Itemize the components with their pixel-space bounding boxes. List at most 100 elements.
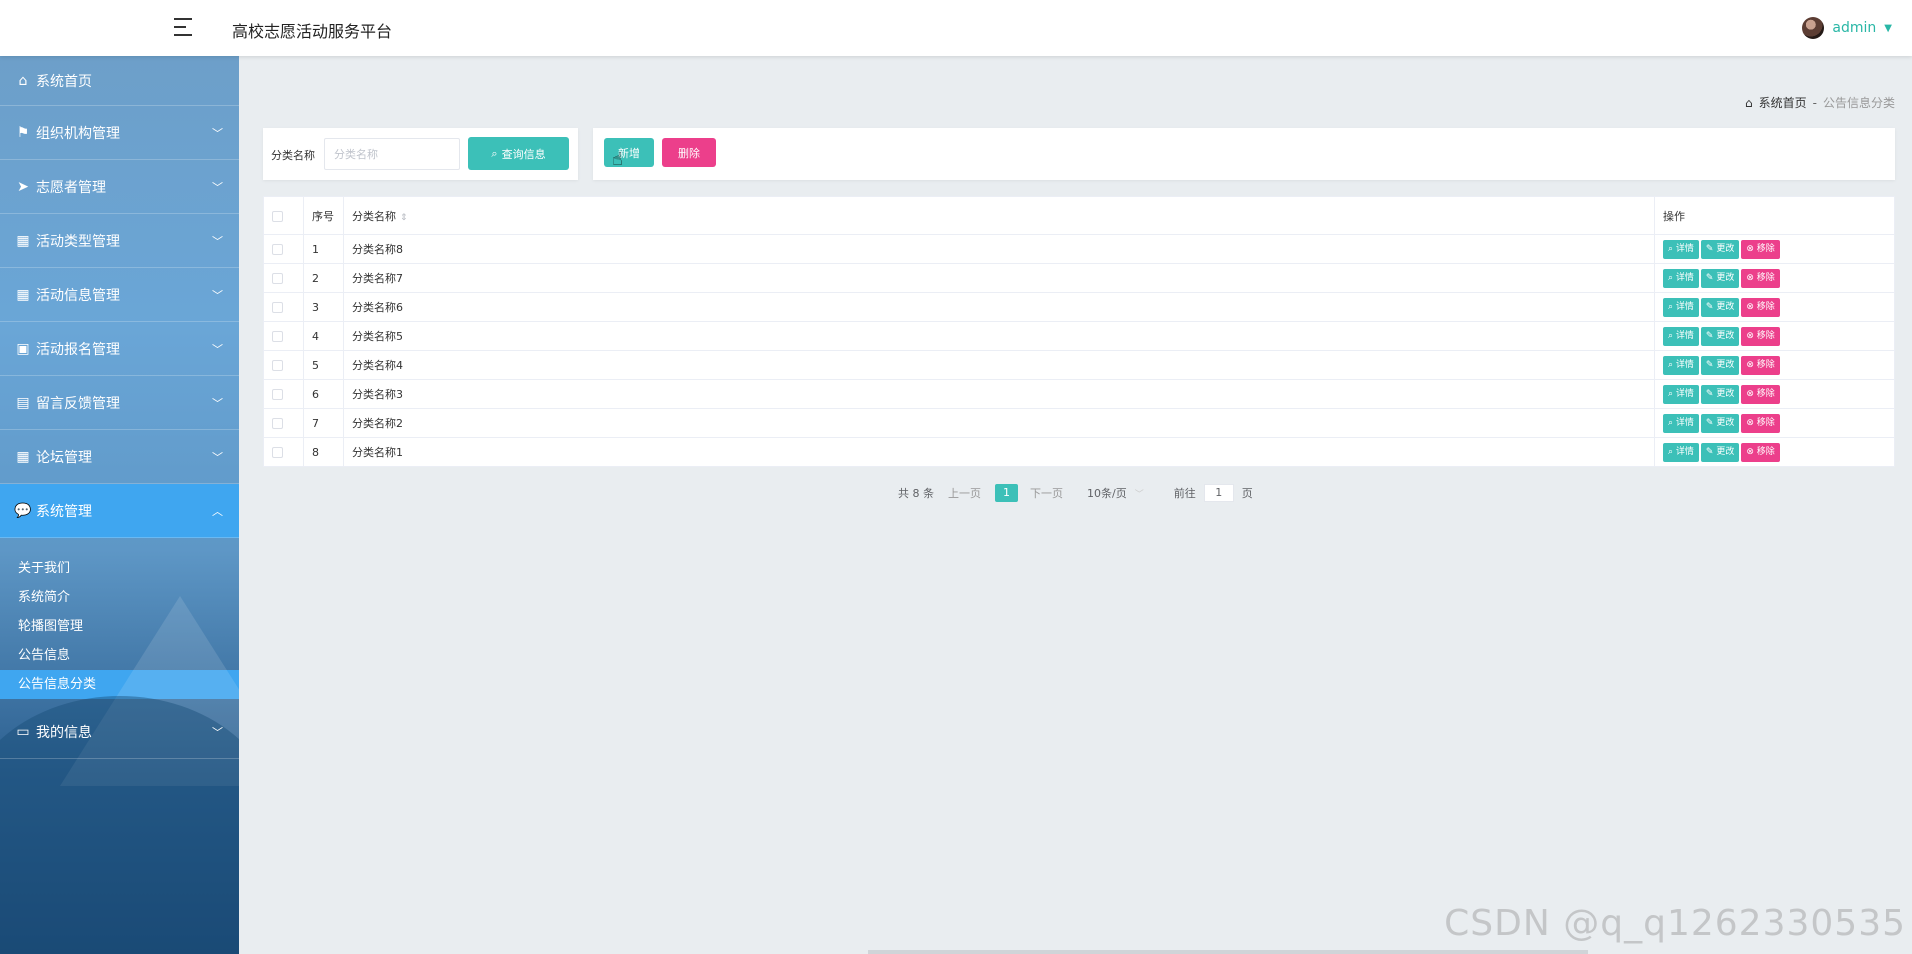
edit-button[interactable]: ✎ 更改: [1700, 384, 1740, 404]
wallet-icon: ▭: [16, 723, 30, 740]
table-row: 4 分类名称5 ⌕ 详情 ✎ 更改 ⊗ 移除: [263, 321, 1895, 351]
detail-label: 详情: [1675, 388, 1694, 399]
search-icon: ⌕: [1668, 272, 1676, 283]
detail-button[interactable]: ⌕ 详情: [1663, 442, 1699, 462]
detail-button[interactable]: ⌕ 详情: [1663, 268, 1699, 288]
app-title: 高校志愿活动服务平台: [232, 22, 393, 41]
breadcrumb-home[interactable]: 系统首页: [1759, 94, 1807, 111]
detail-button[interactable]: ⌕ 详情: [1663, 326, 1699, 346]
select-all-cell: [263, 196, 304, 235]
row-checkbox[interactable]: [272, 244, 283, 255]
user-menu[interactable]: admin ▼: [1802, 17, 1892, 39]
flag-icon: ⚑: [16, 124, 30, 141]
sidebar-item-label: 活动信息管理: [36, 287, 120, 304]
edit-button[interactable]: ✎ 更改: [1700, 239, 1740, 259]
search-icon: ⌕: [1668, 243, 1676, 254]
edit-button[interactable]: ✎ 更改: [1700, 355, 1740, 375]
remove-button[interactable]: ⊗ 移除: [1741, 413, 1780, 433]
submenu-about[interactable]: 关于我们: [0, 554, 239, 583]
row-ops: ⌕ 详情 ✎ 更改 ⊗ 移除: [1654, 408, 1895, 438]
chevron-down-icon: ﹀: [212, 180, 223, 194]
breadcrumb: ⌂ 系统首页 - 公告信息分类: [1745, 94, 1895, 111]
sidebar-item-my-info[interactable]: ▭ 我的信息 ﹀: [0, 705, 239, 759]
table-row: 6 分类名称3 ⌕ 详情 ✎ 更改 ⊗ 移除: [263, 379, 1895, 409]
query-button[interactable]: ⌕ 查询信息: [468, 137, 569, 170]
detail-button[interactable]: ⌕ 详情: [1663, 297, 1699, 317]
detail-button[interactable]: ⌕ 详情: [1663, 413, 1699, 433]
header-name[interactable]: 分类名称 ⇕: [343, 196, 1655, 235]
select-all-checkbox[interactable]: [272, 210, 283, 222]
row-checkbox[interactable]: [272, 302, 283, 313]
sidebar-item-system[interactable]: 💬 系统管理 ︿: [0, 484, 239, 538]
search-label: 分类名称: [271, 149, 315, 162]
row-checkbox[interactable]: [272, 418, 283, 429]
edit-button[interactable]: ✎ 更改: [1700, 297, 1740, 317]
page-size-select[interactable]: 10条/页: [1087, 485, 1127, 501]
header-ops: 操作: [1654, 196, 1895, 235]
row-ops: ⌕ 详情 ✎ 更改 ⊗ 移除: [1654, 234, 1895, 264]
delete-button[interactable]: 删除: [662, 138, 716, 167]
edit-button[interactable]: ✎ 更改: [1700, 442, 1740, 462]
pencil-icon: ✎: [1705, 417, 1717, 428]
goto-page-input[interactable]: 1: [1203, 484, 1234, 502]
action-panel: 新增 删除: [593, 128, 1895, 180]
pencil-icon: ✎: [1705, 388, 1717, 399]
detail-button[interactable]: ⌕ 详情: [1663, 355, 1699, 375]
hamburger-menu-icon[interactable]: [174, 18, 194, 38]
remove-label: 移除: [1756, 330, 1775, 341]
sidebar-item-label: 系统首页: [36, 73, 92, 90]
search-panel: 分类名称 ⌕ 查询信息: [263, 128, 578, 180]
row-checkbox[interactable]: [272, 360, 283, 371]
sidebar-item-activity-info[interactable]: ▦ 活动信息管理 ﹀: [0, 268, 239, 322]
row-index: 8: [303, 437, 344, 467]
sidebar-item-home[interactable]: ⌂ 系统首页: [0, 56, 239, 106]
pointer-cursor-icon: ☝: [612, 149, 623, 170]
edit-button[interactable]: ✎ 更改: [1700, 326, 1740, 346]
sidebar-item-activity-type[interactable]: ▦ 活动类型管理 ﹀: [0, 214, 239, 268]
edit-button[interactable]: ✎ 更改: [1700, 268, 1740, 288]
search-input[interactable]: [324, 138, 460, 170]
detail-button[interactable]: ⌕ 详情: [1663, 239, 1699, 259]
remove-button[interactable]: ⊗ 移除: [1741, 384, 1780, 404]
table-row: 1 分类名称8 ⌕ 详情 ✎ 更改 ⊗ 移除: [263, 234, 1895, 264]
row-name: 分类名称4: [343, 350, 1655, 380]
search-icon: ⌕: [1668, 301, 1676, 312]
edit-label: 更改: [1716, 359, 1735, 370]
row-checkbox[interactable]: [272, 389, 283, 400]
sort-icon[interactable]: ⇕: [400, 213, 408, 223]
remove-button[interactable]: ⊗ 移除: [1741, 268, 1780, 288]
top-header: 高校志愿活动服务平台 admin ▼: [0, 0, 1912, 56]
grid-icon: ▦: [16, 448, 30, 465]
remove-icon: ⊗: [1746, 243, 1757, 254]
sidebar-item-signup[interactable]: ▣ 活动报名管理 ﹀: [0, 322, 239, 376]
header-index: 序号: [303, 196, 344, 235]
prev-page-button[interactable]: 上一页: [948, 485, 981, 501]
sidebar-item-volunteer[interactable]: ➤ 志愿者管理 ﹀: [0, 160, 239, 214]
detail-button[interactable]: ⌕ 详情: [1663, 384, 1699, 404]
remove-button[interactable]: ⊗ 移除: [1741, 326, 1780, 346]
remove-button[interactable]: ⊗ 移除: [1741, 239, 1780, 259]
sidebar-item-label: 留言反馈管理: [36, 395, 120, 412]
data-table: 序号 分类名称 ⇕ 操作 1 分类名称8 ⌕ 详情 ✎ 更改 ⊗ 移除 2 分类名称7 ⌕ 详情…: [263, 196, 1895, 467]
sidebar-item-label: 活动类型管理: [36, 233, 120, 250]
remove-label: 移除: [1756, 243, 1775, 254]
clipboard-icon: ▤: [16, 394, 30, 411]
current-page-button[interactable]: 1: [995, 484, 1018, 502]
row-checkbox[interactable]: [272, 447, 283, 458]
row-checkbox[interactable]: [272, 331, 283, 342]
remove-button[interactable]: ⊗ 移除: [1741, 442, 1780, 462]
edit-label: 更改: [1716, 243, 1735, 254]
row-checkbox-cell: [263, 379, 304, 409]
row-checkbox-cell: [263, 350, 304, 380]
edit-button[interactable]: ✎ 更改: [1700, 413, 1740, 433]
table-header-row: 序号 分类名称 ⇕ 操作: [263, 196, 1895, 235]
next-page-button[interactable]: 下一页: [1030, 485, 1063, 501]
sidebar-item-forum[interactable]: ▦ 论坛管理 ﹀: [0, 430, 239, 484]
row-checkbox[interactable]: [272, 273, 283, 284]
remove-label: 移除: [1756, 388, 1775, 399]
sidebar-item-org[interactable]: ⚑ 组织机构管理 ﹀: [0, 106, 239, 160]
remove-button[interactable]: ⊗ 移除: [1741, 297, 1780, 317]
chevron-down-icon: ﹀: [212, 725, 223, 739]
remove-button[interactable]: ⊗ 移除: [1741, 355, 1780, 375]
sidebar-item-feedback[interactable]: ▤ 留言反馈管理 ﹀: [0, 376, 239, 430]
